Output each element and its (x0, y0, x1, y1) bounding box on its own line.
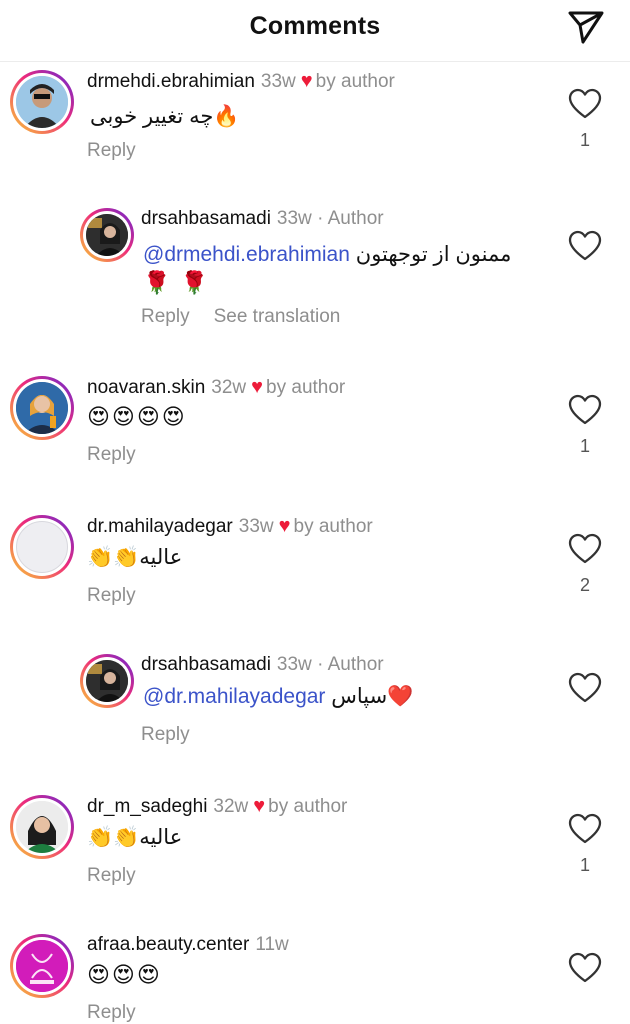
comment-text: سپاس❤️ (331, 685, 414, 708)
heart-icon[interactable] (568, 230, 602, 262)
comment-time: 33w (238, 516, 274, 537)
comment-item: dr_m_sadeghi 32w ♥ by author 👏👏عالیه Reply … (0, 793, 630, 903)
comment-time: 11w (255, 934, 289, 955)
mention-link[interactable]: @dr.mahilayadegar (143, 685, 325, 708)
comment-time: 32w (213, 796, 249, 817)
comment-item: dr.mahilayadegar 33w ♥ by author 👏👏عالیه Re… (0, 513, 630, 623)
liked-by-author-label: by author (315, 71, 395, 92)
comment-username[interactable]: afraa.beauty.center (87, 934, 249, 955)
comment-text: چه تغییر خوبی🔥 (90, 105, 240, 128)
comment-text: 👏👏عالیه (87, 826, 183, 849)
comment-item: afraa.beauty.center 11w 😍😍😍 Reply (0, 932, 630, 1024)
page-title: Comments (249, 12, 381, 40)
comment-time: 33w (276, 208, 312, 229)
liked-by-author-label: by author (268, 796, 348, 817)
heart-icon[interactable] (568, 813, 602, 845)
author-heart-icon: ♥ (300, 70, 313, 92)
author-tag: · Author (317, 654, 384, 675)
comment-username[interactable]: drsahbasamadi (141, 208, 271, 229)
like-count: 1 (579, 855, 590, 875)
avatar[interactable] (10, 795, 74, 859)
rose-emoji: 🌹 🌹 (143, 270, 210, 295)
avatar[interactable] (80, 208, 134, 262)
liked-by-author-label: by author (266, 377, 346, 398)
heart-icon[interactable] (568, 533, 602, 565)
heart-icon[interactable] (568, 672, 602, 704)
avatar[interactable] (10, 376, 74, 440)
see-translation-button[interactable]: See translation (214, 306, 341, 327)
avatar[interactable] (10, 70, 74, 134)
comment-emoji: 😍😍😍 (87, 962, 162, 987)
reply-comment-item: drsahbasamadi 33w · Author @drmehdi.ebrah… (0, 206, 630, 336)
header-bar: Comments (0, 0, 630, 62)
comment-time: 32w (211, 377, 247, 398)
comment-item: drmehdi.ebrahimian 33w ♥ by author چه تغییر… (0, 68, 630, 178)
avatar[interactable] (10, 934, 74, 998)
heart-icon[interactable] (568, 952, 602, 984)
comment-username[interactable]: drsahbasamadi (141, 654, 271, 675)
reply-button[interactable]: Reply (87, 444, 136, 465)
reply-button[interactable]: Reply (87, 585, 136, 606)
like-count: 2 (579, 575, 590, 595)
reply-button[interactable]: Reply (141, 724, 190, 745)
comment-username[interactable]: noavaran.skin (87, 377, 205, 398)
comment-time: 33w (260, 71, 296, 92)
like-count: 1 (579, 436, 590, 456)
liked-by-author-label: by author (293, 516, 373, 537)
comment-emoji: 😍😍😍😍 (87, 404, 187, 429)
comment-text: ممنون از توجهتون (355, 243, 512, 266)
author-heart-icon: ♥ (251, 376, 264, 398)
author-heart-icon: ♥ (278, 515, 291, 537)
heart-icon[interactable] (568, 394, 602, 426)
reply-button[interactable]: Reply (141, 306, 190, 327)
comment-username[interactable]: drmehdi.ebrahimian (87, 71, 255, 92)
author-heart-icon: ♥ (253, 795, 266, 817)
author-tag: · Author (317, 208, 384, 229)
comment-text: 👏👏عالیه (87, 546, 183, 569)
heart-icon[interactable] (568, 88, 602, 120)
reply-button[interactable]: Reply (87, 865, 136, 886)
comment-username[interactable]: dr_m_sadeghi (87, 796, 207, 817)
reply-button[interactable]: Reply (87, 1002, 136, 1023)
comment-time: 33w (276, 654, 312, 675)
reply-comment-item: drsahbasamadi 33w · Author @dr.mahilayade… (0, 652, 630, 752)
avatar[interactable] (80, 654, 134, 708)
comment-username[interactable]: dr.mahilayadegar (87, 516, 233, 537)
reply-button[interactable]: Reply (87, 140, 136, 161)
avatar[interactable] (10, 515, 74, 579)
like-count: 1 (579, 130, 590, 150)
mention-link[interactable]: @drmehdi.ebrahimian (143, 243, 350, 266)
paper-plane-icon[interactable] (566, 9, 606, 45)
comment-item: noavaran.skin 32w ♥ by author 😍😍😍😍 Reply 1 (0, 374, 630, 474)
